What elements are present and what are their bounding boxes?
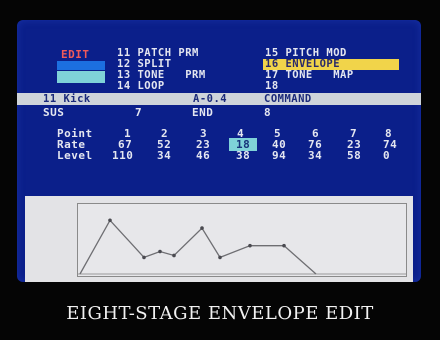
envelope-point-4[interactable]: [172, 253, 176, 258]
sus-label: SUS: [43, 106, 65, 119]
envelope-point-7[interactable]: [248, 243, 252, 248]
note-value: A-0.4: [193, 93, 228, 105]
level-5[interactable]: 94: [272, 150, 286, 161]
level-7[interactable]: 58: [347, 150, 361, 161]
mode-label: COMMAND: [264, 93, 312, 105]
envelope-point-2[interactable]: [142, 255, 146, 260]
sus-value[interactable]: 7: [135, 107, 142, 118]
edit-label: EDIT: [61, 48, 90, 61]
menu-item-18[interactable]: 18: [265, 81, 279, 92]
row-label-level: Level: [57, 149, 93, 162]
end-value[interactable]: 8: [264, 107, 271, 118]
envelope-graph-panel: [25, 196, 413, 282]
level-1[interactable]: 110: [112, 150, 133, 161]
edit-indicator-block-2: [57, 71, 105, 83]
menu-item-loop[interactable]: 14 LOOP: [117, 81, 165, 92]
envelope-point-3[interactable]: [158, 249, 162, 254]
tone-status-bar: 11 Kick A-0.4 COMMAND: [17, 93, 421, 105]
end-label: END: [192, 106, 214, 119]
envelope-point-8[interactable]: [282, 243, 286, 248]
envelope-curve: [79, 219, 317, 275]
level-3[interactable]: 46: [196, 150, 210, 161]
level-8[interactable]: 0: [383, 150, 390, 161]
envelope-curve-svg: [78, 218, 406, 275]
envelope-point-6[interactable]: [218, 255, 222, 260]
level-6[interactable]: 34: [308, 150, 322, 161]
envelope-point-1[interactable]: [108, 218, 112, 223]
level-4[interactable]: 38: [236, 150, 250, 161]
caption: EIGHT-STAGE ENVELOPE EDIT: [66, 303, 374, 324]
level-2[interactable]: 34: [157, 150, 171, 161]
envelope-graph[interactable]: [77, 203, 407, 277]
edit-indicator-block-1: [57, 61, 105, 70]
tone-name: 11 Kick: [43, 93, 91, 105]
synth-lcd-screen: EDIT 11 PATCH PRM 12 SPLIT 13 TONE PRM 1…: [17, 20, 421, 282]
envelope-point-5[interactable]: [200, 226, 204, 230]
